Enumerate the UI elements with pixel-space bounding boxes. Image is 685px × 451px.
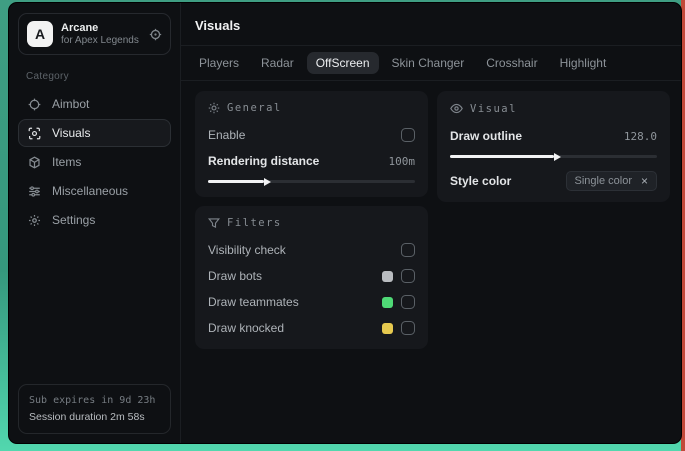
draw-knocked-color-swatch[interactable] <box>382 322 393 334</box>
sidebar: A Arcane for Apex Legends Category Aimbo… <box>9 3 181 443</box>
enable-label: Enable <box>208 128 246 142</box>
general-panel-title: General <box>227 102 282 114</box>
draw-outline-slider[interactable] <box>450 152 657 161</box>
enable-checkbox[interactable] <box>401 128 415 142</box>
sidebar-item-label: Miscellaneous <box>52 184 129 198</box>
eye-scan-icon <box>28 127 41 140</box>
filter-row-draw-knocked: Draw knocked <box>208 318 415 338</box>
tab-radar[interactable]: Radar <box>252 52 303 74</box>
draw-knocked-checkbox[interactable] <box>401 321 415 335</box>
sliders-icon <box>28 185 41 198</box>
category-label: Category <box>26 71 69 82</box>
arcane-menu-window: A Arcane for Apex Legends Category Aimbo… <box>8 2 682 444</box>
sidebar-item-label: Aimbot <box>52 97 90 111</box>
sidebar-item-label: Visuals <box>52 126 91 140</box>
slider-thumb[interactable] <box>553 152 561 161</box>
style-color-value: Single color <box>574 175 632 187</box>
draw-outline-value: 128.0 <box>623 129 657 143</box>
sidebar-item-settings[interactable]: Settings <box>18 206 171 234</box>
rendering-distance-value: 100m <box>388 154 416 168</box>
sidebar-item-miscellaneous[interactable]: Miscellaneous <box>18 177 171 205</box>
content-area: General Enable Rendering distance 100m F… <box>181 81 681 443</box>
visual-panel: Visual Draw outline 128.0 Style color Si… <box>437 91 670 202</box>
clear-icon[interactable]: × <box>641 175 648 187</box>
sidebar-item-label: Items <box>52 155 82 169</box>
tab-skin-changer[interactable]: Skin Changer <box>383 52 474 74</box>
gear-sun-icon <box>208 102 220 114</box>
filters-panel-title: Filters <box>227 217 282 229</box>
page-title: Visuals <box>195 18 241 33</box>
sidebar-item-label: Settings <box>52 213 96 227</box>
tab-players[interactable]: Players <box>190 52 248 74</box>
app-subtitle: for Apex Legends <box>61 34 139 46</box>
sidebar-item-items[interactable]: Items <box>18 148 171 176</box>
rendering-distance-slider[interactable] <box>208 177 415 186</box>
rendering-distance-label: Rendering distance <box>208 154 320 168</box>
tab-offscreen[interactable]: OffScreen <box>306 52 379 74</box>
filter-row-visibility-check: Visibility check <box>208 240 415 260</box>
draw-teammates-color-swatch[interactable] <box>382 296 393 308</box>
target-icon[interactable] <box>149 28 162 41</box>
visibility-check-checkbox[interactable] <box>401 243 415 257</box>
slider-thumb[interactable] <box>263 177 271 186</box>
page-header: Visuals <box>181 3 681 46</box>
sidebar-item-aimbot[interactable]: Aimbot <box>18 90 171 118</box>
filters-panel: Filters Visibility check Draw bots Draw … <box>195 206 428 349</box>
style-color-label: Style color <box>450 174 512 188</box>
eye-icon <box>450 102 463 115</box>
draw-bots-color-swatch[interactable] <box>382 270 393 282</box>
visual-panel-title: Visual <box>470 102 517 115</box>
tab-bar: Players Radar OffScreen Skin Changer Cro… <box>181 46 681 81</box>
crosshair-icon <box>28 98 41 111</box>
cube-icon <box>28 156 41 169</box>
funnel-icon <box>208 217 220 229</box>
style-color-select[interactable]: Single color × <box>565 171 657 191</box>
general-panel: General Enable Rendering distance 100m <box>195 91 428 197</box>
tab-crosshair[interactable]: Crosshair <box>477 52 546 74</box>
draw-bots-checkbox[interactable] <box>401 269 415 283</box>
session-duration-text: Session duration 2m 58s <box>29 410 145 423</box>
app-logo-card: A Arcane for Apex Legends <box>18 13 171 55</box>
gear-icon <box>28 214 41 227</box>
app-name: Arcane <box>61 21 99 34</box>
tab-highlight[interactable]: Highlight <box>551 52 616 74</box>
filter-row-draw-teammates: Draw teammates <box>208 292 415 312</box>
draw-outline-label: Draw outline <box>450 129 523 143</box>
sidebar-item-visuals[interactable]: Visuals <box>18 119 171 147</box>
filter-row-draw-bots: Draw bots <box>208 266 415 286</box>
draw-teammates-checkbox[interactable] <box>401 295 415 309</box>
sub-expires-text: Sub expires in 9d 23h <box>29 395 156 407</box>
subscription-info-card: Sub expires in 9d 23h Session duration 2… <box>18 384 171 434</box>
app-logo: A <box>27 21 53 47</box>
main-content: Visuals Players Radar OffScreen Skin Cha… <box>181 3 681 443</box>
